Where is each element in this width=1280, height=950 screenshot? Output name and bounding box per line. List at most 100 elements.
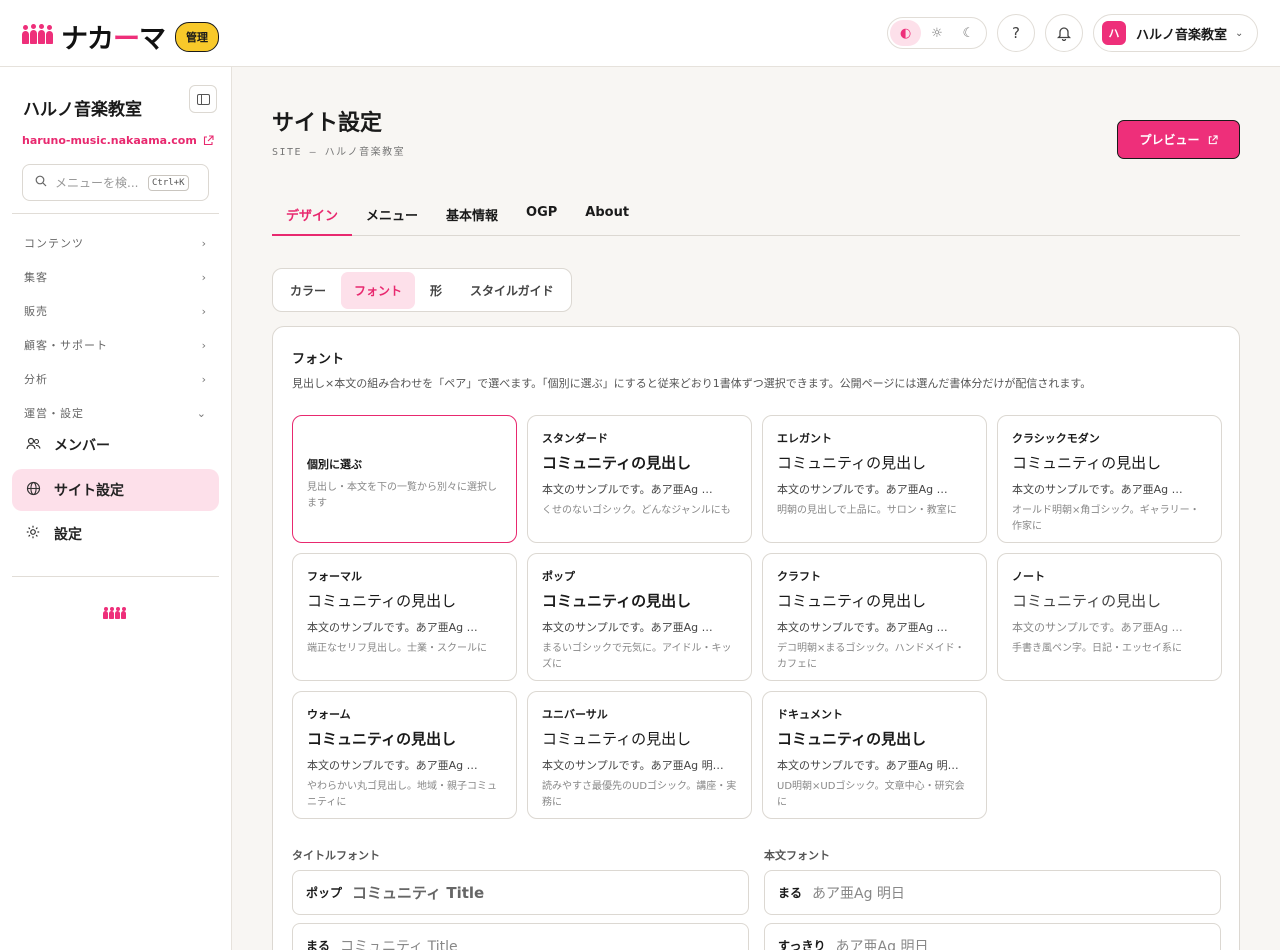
help-button[interactable]: ?: [997, 14, 1035, 52]
pair-heading: コミュニティの見出し: [1012, 454, 1162, 472]
subtab-style-guide[interactable]: スタイルガイド: [457, 272, 567, 309]
nav-group-marketing[interactable]: 集客 ›: [24, 269, 207, 285]
chevron-right-icon: ›: [201, 304, 207, 318]
account-name: ハルノ音楽教室: [1136, 27, 1228, 43]
pair-heading: コミュニティの見出し: [307, 592, 457, 610]
pair-card-classic-modern[interactable]: クラシックモダン コミュニティの見出し 本文のサンプルです。あア亜Ag … オー…: [997, 415, 1222, 543]
title-font-option[interactable]: ポップ コミュニティ Title: [292, 870, 749, 915]
sidebar-site-name: ハルノ音楽教室: [23, 100, 142, 120]
pair-heading: コミュニティの見出し: [542, 592, 692, 610]
pair-name: スタンダード: [542, 432, 608, 445]
tab-about[interactable]: About: [571, 197, 643, 236]
page-title: サイト設定: [272, 111, 383, 136]
chevron-down-icon: ⌄: [196, 406, 207, 420]
avatar: ハ: [1102, 21, 1126, 45]
pair-body: 本文のサンプルです。あア亜Ag …: [307, 621, 478, 634]
pair-name: フォーマル: [307, 570, 362, 583]
notifications-button[interactable]: [1045, 14, 1083, 52]
pair-note: UD明朝×UDゴシック。文章中心・研究会に: [777, 781, 965, 808]
pair-body: 本文のサンプルです。あア亜Ag …: [542, 621, 713, 634]
pair-note: やわらかい丸ゴ見出し。地域・親子コミュニティに: [307, 781, 497, 808]
font-panel: フォント 見出し×本文の組み合わせを「ペア」で選べます。「個別に選ぶ」にすると従…: [272, 326, 1240, 950]
pair-body: 本文のサンプルです。あア亜Ag …: [542, 483, 713, 496]
pair-name: クラシックモダン: [1012, 432, 1100, 445]
pair-card-document[interactable]: ドキュメント コミュニティの見出し 本文のサンプルです。あア亜Ag 明… UD明…: [762, 691, 987, 819]
bell-icon: [1057, 26, 1071, 41]
sidebar-collapse-button[interactable]: [189, 85, 217, 113]
gear-icon: [25, 525, 41, 543]
main-content: サイト設定 SITE — ハルノ音楽教室 プレビュー デザイン メニュー 基本情…: [232, 67, 1280, 950]
pair-card-elegant[interactable]: エレガント コミュニティの見出し 本文のサンプルです。あア亜Ag … 明朝の見出…: [762, 415, 987, 543]
nav-group-contents[interactable]: コンテンツ ›: [24, 235, 207, 251]
contrast-icon[interactable]: ◐: [890, 20, 922, 46]
sidebar-item-settings[interactable]: 設定: [12, 513, 219, 555]
preview-button[interactable]: プレビュー: [1117, 120, 1240, 159]
pair-name: エレガント: [777, 432, 832, 445]
pair-body: 本文のサンプルです。あア亜Ag 明…: [542, 759, 724, 772]
panel-title: フォント: [292, 352, 345, 367]
sidebar-item-site-settings[interactable]: サイト設定: [12, 469, 219, 511]
pair-card-warm[interactable]: ウォーム コミュニティの見出し 本文のサンプルです。あア亜Ag … やわらかい丸…: [292, 691, 517, 819]
font-sample: コミュニティ Title: [352, 884, 485, 902]
title-font-label: タイトルフォント: [292, 849, 380, 862]
sidebar-item-label: メンバー: [54, 438, 110, 454]
pair-card-standard[interactable]: スタンダード コミュニティの見出し 本文のサンプルです。あア亜Ag … くせのな…: [527, 415, 752, 543]
logo-text: ナカーマ: [61, 24, 166, 55]
tab-ogp[interactable]: OGP: [512, 197, 571, 236]
help-icon: ?: [1012, 24, 1020, 42]
nav-group-sales[interactable]: 販売 ›: [24, 303, 207, 319]
subtab-font[interactable]: フォント: [341, 271, 416, 309]
chevron-right-icon: ›: [201, 236, 207, 250]
subtab-color[interactable]: カラー: [277, 272, 339, 309]
sidebar-item-members[interactable]: メンバー: [12, 424, 219, 466]
divider: [12, 576, 219, 577]
top-header: ナカーマ 管理 ◐ ☼ ☾ ? ハ ハルノ音楽教室 ⌄: [0, 0, 1280, 67]
pair-name: ドキュメント: [777, 708, 843, 721]
site-url-link[interactable]: haruno-music.nakaama.com: [22, 134, 214, 147]
pair-card-craft[interactable]: クラフト コミュニティの見出し 本文のサンプルです。あア亜Ag … デコ明朝×ま…: [762, 553, 987, 681]
pair-body: 本文のサンプルです。あア亜Ag …: [777, 621, 948, 634]
font-tag: ポップ: [306, 886, 343, 900]
pair-card-note[interactable]: ノート コミュニティの見出し 本文のサンプルです。あア亜Ag … 手書き風ペン字…: [997, 553, 1222, 681]
font-sample: あア亜Ag 明日: [835, 938, 929, 950]
pair-note: 見出し・本文を下の一覧から別々に選択します: [307, 482, 497, 509]
account-menu[interactable]: ハ ハルノ音楽教室 ⌄: [1093, 14, 1258, 52]
font-sample: コミュニティ Title: [340, 938, 458, 950]
pair-card-pop[interactable]: ポップ コミュニティの見出し 本文のサンプルです。あア亜Ag … まるいゴシック…: [527, 553, 752, 681]
pair-card-universal[interactable]: ユニバーサル コミュニティの見出し 本文のサンプルです。あア亜Ag 明… 読みや…: [527, 691, 752, 819]
tab-basic-info[interactable]: 基本情報: [432, 197, 512, 236]
external-link-icon: [203, 135, 214, 146]
sun-icon[interactable]: ☼: [921, 20, 952, 46]
nav-group-customers[interactable]: 顧客・サポート ›: [24, 337, 207, 353]
body-font-option[interactable]: まる あア亜Ag 明日: [764, 870, 1221, 915]
font-tag: すっきり: [778, 939, 826, 950]
pair-note: くせのないゴシック。どんなジャンルにも: [542, 505, 731, 516]
nav-group-analytics[interactable]: 分析 ›: [24, 371, 207, 387]
pair-heading: コミュニティの見出し: [307, 730, 457, 748]
app-logo[interactable]: ナカーマ 管理: [22, 17, 219, 56]
pair-name: ポップ: [542, 570, 575, 583]
chevron-right-icon: ›: [201, 270, 207, 284]
pair-note: まるいゴシックで元気に。アイドル・キッズに: [542, 643, 732, 670]
search-input[interactable]: [55, 175, 145, 190]
nav-group-operations[interactable]: 運営・設定 ⌄: [24, 405, 207, 421]
moon-icon[interactable]: ☾: [953, 20, 984, 46]
settings-tabs: デザイン メニュー 基本情報 OGP About: [272, 197, 1240, 236]
menu-search[interactable]: Ctrl+K: [22, 164, 209, 201]
sidebar: ハルノ音楽教室 haruno-music.nakaama.com Ctrl+K …: [0, 67, 232, 950]
body-font-option[interactable]: すっきり あア亜Ag 明日: [764, 923, 1221, 950]
pair-name: ウォーム: [307, 708, 351, 721]
footer-logo-icon: [103, 607, 126, 619]
body-font-label: 本文フォント: [764, 849, 830, 862]
tab-menu[interactable]: メニュー: [352, 197, 432, 236]
title-font-option[interactable]: まる コミュニティ Title: [292, 923, 749, 950]
pair-heading: コミュニティの見出し: [1012, 592, 1162, 610]
subtab-shape[interactable]: 形: [417, 272, 455, 309]
pair-card-custom[interactable]: 個別に選ぶ 見出し・本文を下の一覧から別々に選択します: [292, 415, 517, 543]
pair-card-formal[interactable]: フォーマル コミュニティの見出し 本文のサンプルです。あア亜Ag … 端正なセリ…: [292, 553, 517, 681]
tab-design[interactable]: デザイン: [272, 197, 353, 236]
sidebar-panel-icon: [196, 93, 210, 105]
font-sample: あア亜Ag 明日: [812, 885, 905, 902]
preview-label: プレビュー: [1139, 133, 1200, 147]
sidebar-item-label: 設定: [54, 527, 82, 543]
